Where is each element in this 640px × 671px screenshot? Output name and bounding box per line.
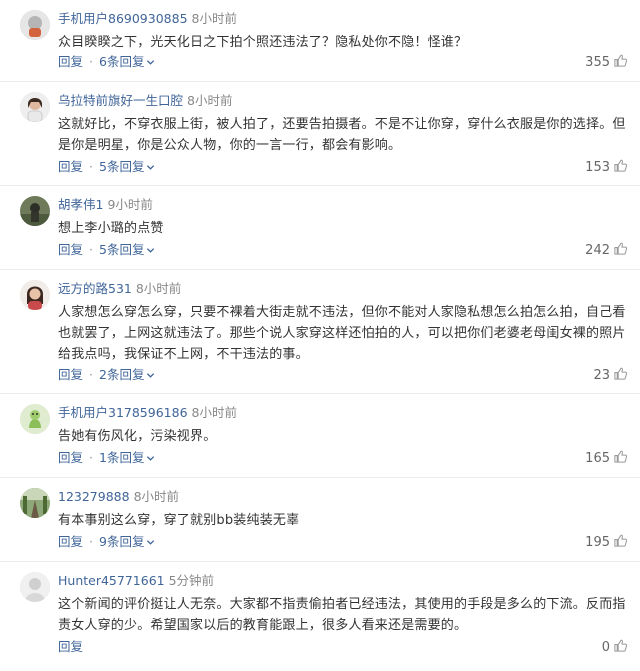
like-button[interactable]: 165: [585, 449, 628, 468]
reply-button[interactable]: 回复: [58, 159, 83, 174]
like-count: 153: [585, 160, 610, 175]
view-replies-button[interactable]: 5条回复: [99, 159, 155, 174]
chevron-down-icon: [147, 540, 155, 545]
comment-actions: 回复 · 6条回复: [58, 53, 155, 71]
like-count: 165: [585, 451, 610, 466]
thumbs-up-icon: [614, 242, 628, 255]
reply-button[interactable]: 回复: [58, 367, 83, 382]
username-link[interactable]: Hunter45771661: [58, 573, 165, 588]
like-button[interactable]: 0: [602, 638, 628, 657]
comment-item: 乌拉特前旗好一生口腔 8小时前 这就好比，不穿衣服上街，被人拍了，还要告拍摄者。不…: [0, 82, 640, 186]
like-button[interactable]: 153: [585, 158, 628, 177]
comment-item: 手机用户3178596186 8小时前 告她有伤风化，污染视界。 回复 · 1条回复 …: [0, 394, 640, 478]
comment-item: 远方的路531 8小时前 人家想怎么穿怎么穿，只要不裸着大街走就不违法，但你不能对…: [0, 270, 640, 394]
comment-text: 众目睽睽之下，光天化日之下拍个照还违法了？隐私处你不隐！怪谁？: [58, 35, 468, 50]
comment-text: 有本事别这么穿，穿了就别bb装纯装无辜: [58, 513, 300, 528]
avatar[interactable]: [20, 280, 50, 310]
timestamp: 8小时前: [191, 405, 237, 420]
comment-item: 胡孝伟1 9小时前 想上李小璐的点赞 回复 · 5条回复 242: [0, 186, 640, 270]
view-replies-button[interactable]: 5条回复: [99, 242, 155, 257]
timestamp: 8小时前: [133, 489, 180, 504]
like-count: 242: [585, 243, 610, 258]
comment-header: 乌拉特前旗好一生口腔 8小时前: [58, 92, 232, 110]
like-button[interactable]: 23: [593, 366, 628, 385]
like-count: 355: [585, 55, 610, 70]
comment-actions: 回复 · 5条回复: [58, 241, 155, 259]
comment-actions: 回复 · 9条回复: [58, 533, 155, 551]
like-count: 195: [585, 535, 610, 550]
avatar[interactable]: [20, 488, 50, 518]
chevron-down-icon: [147, 165, 155, 170]
comment-header: 手机用户8690930885 8小时前: [58, 10, 237, 28]
chevron-down-icon: [147, 60, 155, 65]
comment-list: 手机用户8690930885 8小时前 众目睽睽之下，光天化日之下拍个照还违法了？…: [0, 0, 640, 667]
comment-text: 想上李小璐的点赞: [58, 221, 164, 236]
timestamp: 8小时前: [187, 93, 233, 108]
view-replies-button[interactable]: 6条回复: [99, 54, 155, 69]
thumbs-up-icon: [614, 367, 628, 380]
reply-button[interactable]: 回复: [58, 534, 83, 549]
thumbs-up-icon: [614, 54, 628, 67]
thumbs-up-icon: [614, 450, 628, 463]
avatar[interactable]: [20, 10, 50, 40]
avatar[interactable]: [20, 92, 50, 122]
thumbs-up-icon: [614, 159, 628, 172]
comment-header: 123279888 8小时前: [58, 488, 179, 506]
view-replies-button[interactable]: 9条回复: [99, 534, 155, 549]
comment-header: 手机用户3178596186 8小时前: [58, 404, 237, 422]
comment-header: 远方的路531 8小时前: [58, 280, 181, 298]
thumbs-up-icon: [614, 534, 628, 547]
username-link[interactable]: 手机用户3178596186: [58, 405, 188, 420]
timestamp: 9小时前: [107, 197, 153, 212]
comment-text: 这个新闻的评价挺让人无奈。大家都不指责偷拍者已经违法，其使用的手段是多么的下流。…: [58, 597, 626, 633]
username-link[interactable]: 乌拉特前旗好一生口腔: [58, 93, 183, 108]
thumbs-up-icon: [614, 639, 628, 652]
comment-header: 胡孝伟1 9小时前: [58, 196, 153, 214]
username-link[interactable]: 123279888: [58, 489, 130, 504]
comment-text: 告她有伤风化，污染视界。: [58, 429, 217, 444]
view-replies-button[interactable]: 1条回复: [99, 450, 155, 465]
username-link[interactable]: 手机用户8690930885: [58, 11, 188, 26]
reply-button[interactable]: 回复: [58, 450, 83, 465]
comment-header: Hunter45771661 5分钟前: [58, 572, 214, 590]
like-button[interactable]: 355: [585, 53, 628, 72]
view-replies-button[interactable]: 2条回复: [99, 367, 155, 382]
avatar[interactable]: [20, 404, 50, 434]
comment-actions: 回复 · 2条回复: [58, 366, 155, 384]
like-count: 23: [593, 368, 610, 383]
timestamp: 8小时前: [191, 11, 237, 26]
reply-button[interactable]: 回复: [58, 639, 83, 654]
timestamp: 8小时前: [135, 281, 182, 296]
comment-actions: 回复: [58, 638, 83, 656]
avatar[interactable]: [20, 572, 50, 602]
username-link[interactable]: 远方的路531: [58, 281, 132, 296]
chevron-down-icon: [147, 373, 155, 378]
reply-button[interactable]: 回复: [58, 54, 83, 69]
like-button[interactable]: 195: [585, 533, 628, 552]
comment-actions: 回复 · 5条回复: [58, 158, 155, 176]
comment-actions: 回复 · 1条回复: [58, 449, 155, 467]
comment-text: 人家想怎么穿怎么穿，只要不裸着大街走就不违法，但你不能对人家隐私想怎么拍怎么拍，…: [58, 305, 626, 362]
timestamp: 5分钟前: [168, 573, 215, 588]
reply-button[interactable]: 回复: [58, 242, 83, 257]
comment-item: Hunter45771661 5分钟前 这个新闻的评价挺让人无奈。大家都不指责偷拍…: [0, 562, 640, 667]
chevron-down-icon: [147, 248, 155, 253]
like-button[interactable]: 242: [585, 241, 628, 260]
avatar[interactable]: [20, 196, 50, 226]
comment-item: 手机用户8690930885 8小时前 众目睽睽之下，光天化日之下拍个照还违法了？…: [0, 0, 640, 82]
comment-text: 这就好比，不穿衣服上街，被人拍了，还要告拍摄者。不是不让你穿，穿什么衣服是你的选…: [58, 117, 626, 153]
comment-item: 123279888 8小时前 有本事别这么穿，穿了就别bb装纯装无辜 回复 · 9条回…: [0, 478, 640, 562]
username-link[interactable]: 胡孝伟1: [58, 197, 103, 212]
like-count: 0: [601, 640, 610, 655]
chevron-down-icon: [147, 456, 155, 461]
